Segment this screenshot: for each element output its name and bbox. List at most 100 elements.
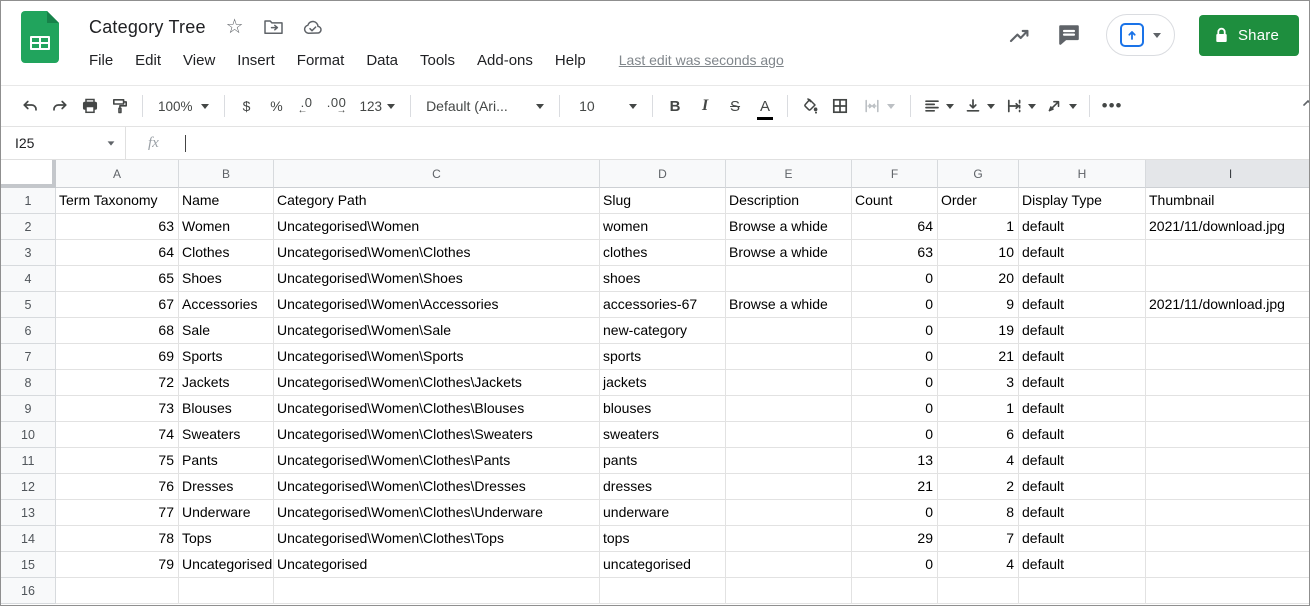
present-dropdown-caret[interactable]	[1153, 33, 1161, 38]
cell[interactable]	[1146, 526, 1310, 552]
vertical-align-button[interactable]	[959, 97, 1000, 115]
cell[interactable]: Sports	[179, 344, 274, 370]
row-header[interactable]: 14	[1, 526, 56, 552]
cell[interactable]: Blouses	[179, 396, 274, 422]
cell[interactable]: 75	[56, 448, 179, 474]
cell[interactable]	[726, 344, 852, 370]
row-header[interactable]: 15	[1, 552, 56, 578]
cell[interactable]: Pants	[179, 448, 274, 474]
cell[interactable]	[726, 318, 852, 344]
cell[interactable]: Count	[852, 188, 938, 214]
text-rotation-button[interactable]	[1041, 97, 1082, 115]
row-header[interactable]: 13	[1, 500, 56, 526]
col-header-B[interactable]: B	[179, 160, 274, 188]
col-header-I-selected[interactable]: I	[1146, 160, 1310, 188]
cell[interactable]: 20	[938, 266, 1019, 292]
cell[interactable]: 1	[938, 214, 1019, 240]
cell[interactable]: 73	[56, 396, 179, 422]
font-size-select[interactable]: 10	[567, 92, 645, 120]
cell[interactable]	[1146, 318, 1310, 344]
cell[interactable]: 2021/11/download.jpg	[1146, 292, 1310, 318]
menu-insert[interactable]: Insert	[226, 49, 286, 72]
cell[interactable]: 74	[56, 422, 179, 448]
row-header[interactable]: 8	[1, 370, 56, 396]
merge-cells-button[interactable]	[855, 92, 903, 120]
cell[interactable]: 10	[938, 240, 1019, 266]
cell[interactable]: women	[600, 214, 726, 240]
paint-format-button[interactable]	[105, 92, 135, 120]
menu-format[interactable]: Format	[286, 49, 356, 72]
cell[interactable]: default	[1019, 474, 1146, 500]
format-currency-button[interactable]: $	[232, 92, 262, 120]
present-button[interactable]	[1106, 14, 1175, 56]
cell[interactable]	[726, 422, 852, 448]
cell[interactable]: Display Type	[1019, 188, 1146, 214]
cell[interactable]: shoes	[600, 266, 726, 292]
cell[interactable]	[1146, 396, 1310, 422]
cell[interactable]: accessories-67	[600, 292, 726, 318]
cell[interactable]: 29	[852, 526, 938, 552]
more-formats-button[interactable]: 123	[352, 92, 404, 120]
cell[interactable]	[852, 578, 938, 604]
cell[interactable]	[1146, 422, 1310, 448]
cell[interactable]: 67	[56, 292, 179, 318]
cell[interactable]: Jackets	[179, 370, 274, 396]
menu-edit[interactable]: Edit	[124, 49, 172, 72]
cell[interactable]: Uncategorised\Women\Clothes\Sweaters	[274, 422, 600, 448]
cell[interactable]: jackets	[600, 370, 726, 396]
cell[interactable]	[600, 578, 726, 604]
insert-chart-icon[interactable]	[1006, 22, 1032, 48]
redo-button[interactable]	[45, 92, 75, 120]
cell[interactable]: default	[1019, 552, 1146, 578]
cell[interactable]: Sale	[179, 318, 274, 344]
text-color-button[interactable]: A	[750, 92, 780, 120]
cell[interactable]: tops	[600, 526, 726, 552]
cell[interactable]: pants	[600, 448, 726, 474]
cell[interactable]: 0	[852, 396, 938, 422]
cell[interactable]: 77	[56, 500, 179, 526]
cell[interactable]: Browse a whide	[726, 214, 852, 240]
menu-add-ons[interactable]: Add-ons	[466, 49, 544, 72]
cell[interactable]: Slug	[600, 188, 726, 214]
cell[interactable]: 0	[852, 422, 938, 448]
cell[interactable]	[1146, 552, 1310, 578]
col-header-C[interactable]: C	[274, 160, 600, 188]
cell[interactable]	[179, 578, 274, 604]
cell[interactable]: 13	[852, 448, 938, 474]
cell[interactable]: Term Taxonomy	[56, 188, 179, 214]
cell[interactable]: 1	[938, 396, 1019, 422]
cell[interactable]: sweaters	[600, 422, 726, 448]
cell[interactable]: Women	[179, 214, 274, 240]
cell[interactable]: default	[1019, 318, 1146, 344]
cell[interactable]: Uncategorised\Women\Shoes	[274, 266, 600, 292]
cell[interactable]: Thumbnail	[1146, 188, 1310, 214]
font-select[interactable]: Default (Ari...	[418, 92, 552, 120]
cell[interactable]	[726, 474, 852, 500]
cell[interactable]: Uncategorised\Women	[274, 214, 600, 240]
cell[interactable]: Accessories	[179, 292, 274, 318]
cell[interactable]: Uncategorised\Women\Clothes\Tops	[274, 526, 600, 552]
cell[interactable]: default	[1019, 266, 1146, 292]
cell[interactable]: new-category	[600, 318, 726, 344]
cell[interactable]: 0	[852, 292, 938, 318]
cell[interactable]: Uncategorised\Women\Clothes\Blouses	[274, 396, 600, 422]
cell[interactable]: 3	[938, 370, 1019, 396]
cell[interactable]	[1146, 370, 1310, 396]
menu-data[interactable]: Data	[355, 49, 409, 72]
cell[interactable]	[1146, 448, 1310, 474]
row-header[interactable]: 12	[1, 474, 56, 500]
cell[interactable]	[1146, 500, 1310, 526]
cell[interactable]: 4	[938, 552, 1019, 578]
cell[interactable]	[938, 578, 1019, 604]
share-button[interactable]: Share	[1199, 15, 1299, 56]
cell[interactable]: default	[1019, 526, 1146, 552]
cell[interactable]	[726, 396, 852, 422]
row-header[interactable]: 3	[1, 240, 56, 266]
cell[interactable]	[1146, 240, 1310, 266]
row-header[interactable]: 16	[1, 578, 56, 604]
col-header-F[interactable]: F	[852, 160, 938, 188]
row-header[interactable]: 5	[1, 292, 56, 318]
cell[interactable]: Shoes	[179, 266, 274, 292]
cell[interactable]: Uncategorised\Women\Clothes\Underware	[274, 500, 600, 526]
cell[interactable]: default	[1019, 292, 1146, 318]
